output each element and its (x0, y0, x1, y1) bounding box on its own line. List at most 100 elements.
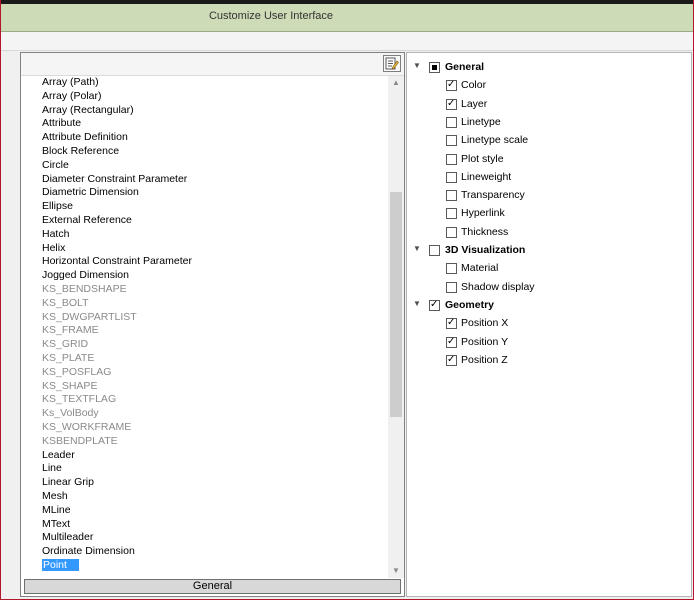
list-item-ks-shape[interactable]: KS_SHAPE (21, 380, 388, 394)
scroll-up-arrow-icon[interactable]: ▲ (388, 76, 404, 90)
list-item-attribute-definition[interactable]: Attribute Definition (21, 131, 388, 145)
list-item-ordinate-dimension[interactable]: Ordinate Dimension (21, 545, 388, 559)
category-label: Geometry (445, 298, 495, 311)
list-item-label: Attribute Definition (42, 131, 128, 144)
property-label: Color (461, 79, 487, 92)
list-item-label: Jogged Dimension (42, 269, 129, 282)
property-layer: Layer (407, 95, 691, 113)
chevron-down-icon[interactable]: ▼ (413, 61, 421, 70)
category-checkbox[interactable] (429, 245, 440, 256)
list-item-ks-workframe[interactable]: KS_WORKFRAME (21, 421, 388, 435)
property-checkbox[interactable] (446, 135, 457, 147)
list-item-label: Ellipse (42, 200, 73, 213)
list-item-diameter-constraint-parameter[interactable]: Diameter Constraint Parameter (21, 173, 388, 187)
property-checkbox[interactable] (446, 153, 457, 165)
property-label: Position X (461, 317, 509, 330)
list-item-label: Diametric Dimension (42, 186, 139, 199)
list-item-linear-grip[interactable]: Linear Grip (21, 476, 388, 490)
property-label: Transparency (461, 189, 525, 202)
list-item-label: Linear Grip (42, 476, 94, 489)
scroll-thumb[interactable] (390, 192, 402, 418)
list-item-ks-frame[interactable]: KS_FRAME (21, 324, 388, 338)
list-item-jogged-dimension[interactable]: Jogged Dimension (21, 269, 388, 283)
list-item-hatch[interactable]: Hatch (21, 228, 388, 242)
property-label: Material (461, 262, 499, 275)
list-item-horizontal-constraint-parameter[interactable]: Horizontal Constraint Parameter (21, 255, 388, 269)
category-checkbox[interactable] (429, 62, 440, 73)
list-item-mtext[interactable]: MText (21, 518, 388, 532)
list-item-diametric-dimension[interactable]: Diametric Dimension (21, 186, 388, 200)
list-item-ks-textflag[interactable]: KS_TEXTFLAG (21, 393, 388, 407)
list-item-ks-bendshape[interactable]: KS_BENDSHAPE (21, 283, 388, 297)
property-checkbox[interactable] (446, 317, 457, 330)
list-item-ks-plate[interactable]: KS_PLATE (21, 352, 388, 366)
property-checkbox[interactable] (446, 171, 457, 183)
list-item-label: MText (42, 517, 71, 530)
title-bar[interactable]: Customize User Interface (1, 4, 693, 32)
general-button[interactable]: General (24, 579, 401, 594)
list-item-label: Array (Path) (42, 76, 99, 88)
property-checkbox[interactable] (446, 336, 457, 348)
chevron-down-icon[interactable]: ▼ (413, 244, 421, 253)
property-checkbox[interactable] (446, 354, 457, 366)
property-linetype-scale: Linetype scale (407, 131, 691, 149)
list-item-ks-grid[interactable]: KS_GRID (21, 338, 388, 352)
list-item-ks-posflag[interactable]: KS_POSFLAG (21, 366, 388, 380)
list-item-circle[interactable]: Circle (21, 159, 388, 173)
list-item-external-reference[interactable]: External Reference (21, 214, 388, 228)
list-item-line[interactable]: Line (21, 462, 388, 476)
property-material: Material (407, 259, 691, 277)
list-item-label: Hatch (42, 227, 70, 240)
property-checkbox[interactable] (446, 116, 457, 128)
property-checkbox[interactable] (446, 190, 457, 202)
list-item-label: Block Reference (42, 144, 120, 157)
list-item-label: MLine (42, 503, 71, 516)
list-item-attribute[interactable]: Attribute (21, 117, 388, 131)
list-item-label: Attribute (42, 117, 82, 130)
object-type-list[interactable]: Array (Path) Array (Polar) Array (Rectangu… (21, 76, 388, 578)
property-checkbox[interactable] (446, 263, 457, 275)
list-item-label: Array (Polar) (42, 89, 102, 102)
list-item-label: Helix (42, 241, 66, 254)
property-checkbox[interactable] (446, 226, 457, 238)
list-item-block-reference[interactable]: Block Reference (21, 145, 388, 159)
property-checkbox[interactable] (446, 79, 457, 92)
list-item-array-path[interactable]: Array (Path) (21, 76, 388, 90)
property-position-x: Position X (407, 314, 691, 332)
customize-ui-window: Customize User Interface Array (Path) Arr… (1, 0, 693, 599)
list-item-point[interactable]: Point (21, 558, 388, 573)
list-item-ks-dwgpartlist[interactable]: KS_DWGPARTLIST (21, 311, 388, 325)
list-item-array-polar[interactable]: Array (Polar) (21, 90, 388, 104)
property-position-z: Position Z (407, 351, 691, 369)
edit-object-list-button[interactable] (383, 55, 401, 72)
list-item-label: Line (42, 462, 62, 475)
object-list-scrollbar[interactable]: ▲ ▼ (388, 76, 404, 578)
chevron-down-icon[interactable]: ▼ (413, 299, 421, 308)
property-color: Color (407, 76, 691, 94)
list-item-ellipse[interactable]: Ellipse (21, 200, 388, 214)
property-shadow-display: Shadow display (407, 278, 691, 296)
property-position-y: Position Y (407, 333, 691, 351)
list-item-mline[interactable]: MLine (21, 504, 388, 518)
list-item-label: KSBENDPLATE (42, 434, 118, 447)
list-item-ksbendplate[interactable]: KSBENDPLATE (21, 435, 388, 449)
category-checkbox[interactable] (429, 299, 440, 311)
list-item-leader[interactable]: Leader (21, 449, 388, 463)
list-item-helix[interactable]: Helix (21, 242, 388, 256)
list-item-ks-bolt[interactable]: KS_BOLT (21, 297, 388, 311)
list-item-ks-volbody[interactable]: Ks_VolBody (21, 407, 388, 421)
property-label: Hyperlink (461, 207, 505, 220)
list-item-label: Mesh (42, 489, 68, 502)
list-item-label: KS_BENDSHAPE (42, 282, 127, 295)
property-thickness: Thickness (407, 223, 691, 241)
list-item-array-rectangular[interactable]: Array (Rectangular) (21, 104, 388, 118)
list-item-mesh[interactable]: Mesh (21, 490, 388, 504)
list-item-multileader[interactable]: Multileader (21, 531, 388, 545)
property-checkbox[interactable] (446, 281, 457, 293)
property-checkbox[interactable] (446, 208, 457, 220)
properties-panel: ▼ General Color Layer Linetype Linetype scale… (406, 52, 692, 597)
property-checkbox[interactable] (446, 98, 457, 110)
property-label: Plot style (461, 152, 504, 165)
scroll-down-arrow-icon[interactable]: ▼ (388, 564, 404, 578)
list-item-label: Leader (42, 448, 75, 461)
